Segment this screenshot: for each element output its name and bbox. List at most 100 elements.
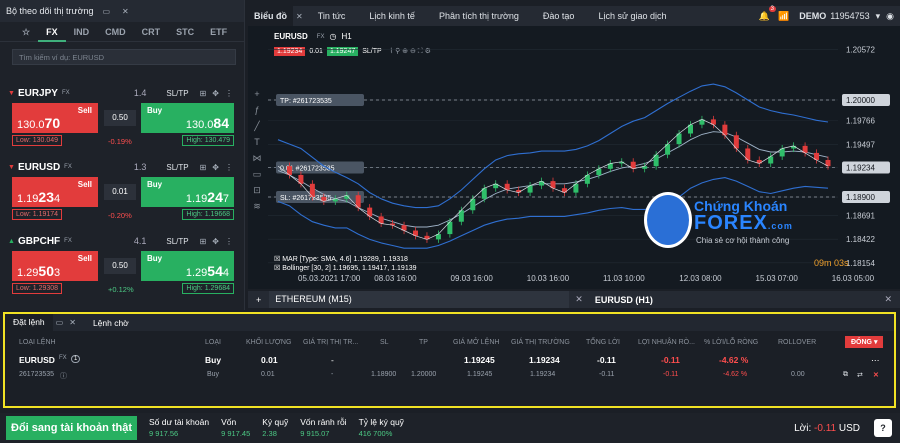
sell-button[interactable]: Sell 1.19234 (12, 177, 98, 207)
col-pct: % LỜI/LỖ RÒNG (704, 339, 759, 346)
chevron-down-icon[interactable]: ▾ (876, 11, 881, 22)
col-open-price: GIÁ MỞ LỆNH (453, 339, 500, 346)
bb-legend[interactable]: ☒ Bollinger [30, 2] 1.19695, 1.19417, 1.… (274, 264, 417, 273)
ma-legend[interactable]: ☒ MAR [Type: SMA, 4.6] 1.19289, 1.19318 (274, 255, 417, 264)
plus-icon[interactable]: ⊞ (200, 163, 207, 172)
chevron-down-icon[interactable]: ▼ (8, 90, 15, 97)
sell-button[interactable]: Sell 1.29503 (12, 251, 98, 281)
sell-label: Sell (77, 106, 92, 115)
low-price: Low: 1.29308 (12, 283, 63, 294)
sub-sl[interactable]: 1.18900 (371, 371, 396, 378)
quantity-field[interactable]: 0.50 (104, 258, 136, 274)
tab-pending-orders[interactable]: Lệnh chờ (79, 318, 143, 328)
tab-trade-history[interactable]: Lịch sử giao dịch (586, 11, 678, 21)
close-icon[interactable]: ✕ (296, 12, 303, 21)
watermark-line2: FOREX.com (694, 212, 793, 234)
buy-price: 1.19 (185, 193, 208, 205)
close-icon[interactable]: ✕ (569, 294, 589, 305)
col-side: LOẠI (205, 339, 221, 346)
col-gross: TỔNG LỜI (586, 339, 621, 346)
close-all-button[interactable]: ĐÓNG ▾ (845, 336, 884, 348)
close-icon[interactable]: ✕ (122, 7, 129, 16)
buy-button[interactable]: Buy 130.084 (141, 103, 234, 133)
tab-fx[interactable]: FX (38, 22, 66, 42)
stat-margin: Ký quỹ 2.38 (262, 417, 289, 438)
switch-real-account-button[interactable]: Đổi sang tài khoản thật (6, 416, 138, 440)
watermark-tagline: Chia sẻ cơ hội thành công (696, 236, 790, 245)
bell-icon[interactable]: 🔔 3 (759, 5, 777, 22)
plus-icon[interactable]: ⊞ (200, 89, 207, 98)
stat-equity: Vốn 9 917.45 (221, 417, 251, 438)
more-icon[interactable]: ⋯ (871, 355, 880, 366)
x-tick-label: 12.03 08:00 (679, 274, 722, 283)
indicator-legend: ☒ MAR [Type: SMA, 4.6] 1.19289, 1.19318 … (274, 255, 417, 273)
sell-price-big: 23 (38, 189, 54, 205)
tab-ethereum[interactable]: ETHEREUM (M15) (269, 291, 570, 308)
account-id[interactable]: 11954753 (830, 11, 869, 21)
high-price: High: 1.19668 (182, 209, 234, 220)
close-icon[interactable]: ✕ (884, 294, 900, 305)
copy-icon[interactable]: ⧉ (843, 371, 848, 379)
info-icon[interactable]: ⓘ (60, 371, 67, 381)
instrument-name[interactable]: EURJPY (18, 88, 58, 99)
chevron-down-icon[interactable]: ▼ (8, 164, 15, 171)
tab-etf[interactable]: ETF (202, 22, 235, 42)
user-icon[interactable]: ◉ (886, 11, 894, 22)
tab-cmd[interactable]: CMD (97, 22, 134, 42)
col-volume: KHỐI LƯỢNG (246, 339, 292, 346)
quantity-field[interactable]: 0.01 (104, 184, 136, 200)
tab-crt[interactable]: CRT (134, 22, 169, 42)
price-chart[interactable]: EURUSD FX ◷ H1 1.19234 0.01 1.19247 SL/T… (248, 26, 900, 289)
stat-margin-level: Tỷ lệ ký quỹ 416 700% (358, 417, 404, 438)
row-market-value: - (331, 355, 334, 365)
row-count: 1 (71, 355, 81, 363)
star-icon[interactable]: ☆ (14, 22, 38, 42)
move-icon[interactable]: ✥ (212, 237, 219, 246)
move-icon[interactable]: ✥ (212, 163, 219, 172)
tab-market-analysis[interactable]: Phân tích thị trường (427, 11, 531, 21)
quantity-field[interactable]: 0.50 (104, 110, 136, 126)
menu-icon[interactable]: ⋮ (225, 237, 233, 246)
watchlist-header: Bộ theo dõi thị trường ▭ ✕ (0, 0, 244, 22)
close-order-icon[interactable]: ✕ (873, 371, 879, 379)
sub-order-id[interactable]: 261723535 (19, 371, 54, 378)
sell-button[interactable]: Sell 130.070 (12, 103, 98, 133)
move-icon[interactable]: ✥ (212, 89, 219, 98)
buy-price-big: 24 (207, 189, 223, 205)
tab-ind[interactable]: IND (66, 22, 98, 42)
close-icon[interactable]: ✕ (69, 318, 76, 327)
y-tick-label: 1.18900 (846, 193, 875, 202)
menu-icon[interactable]: ⋮ (225, 163, 233, 172)
tab-education[interactable]: Đào tạo (531, 11, 587, 21)
tab-economic-calendar[interactable]: Lịch kinh tế (357, 11, 427, 21)
search-input[interactable]: Tìm kiếm ví dụ: EURUSD (12, 49, 236, 65)
tab-eurusd[interactable]: EURUSD (H1) (589, 295, 659, 305)
row-symbol[interactable]: EURUSD (19, 355, 55, 365)
col-net: LỢI NHUẬN RÒ... (638, 339, 695, 346)
add-chart-icon[interactable]: + (248, 295, 269, 305)
help-icon[interactable]: ? (874, 419, 892, 437)
plus-icon[interactable]: ⊞ (200, 237, 207, 246)
tab-news[interactable]: Tin tức (306, 11, 358, 21)
buy-button[interactable]: Buy 1.29544 (141, 251, 234, 281)
menu-icon[interactable]: ⋮ (225, 89, 233, 98)
tab-stc[interactable]: STC (168, 22, 202, 42)
account-type[interactable]: DEMO (799, 11, 826, 21)
reverse-icon[interactable]: ⇄ (857, 371, 863, 379)
x-tick-label: 05.03.2021 17:00 (298, 274, 361, 283)
buy-label: Buy (147, 180, 163, 189)
sub-tp[interactable]: 1.20000 (411, 371, 436, 378)
buy-button[interactable]: Buy 1.19247 (141, 177, 234, 207)
chevron-up-icon[interactable]: ▲ (8, 238, 15, 245)
sell-price-big: 70 (44, 115, 61, 131)
row-net: -0.11 (661, 355, 680, 365)
expand-icon[interactable]: ▭ (56, 318, 64, 327)
notification-badge: 3 (768, 5, 777, 12)
change-pct: -0.20% (108, 211, 132, 220)
instrument-name[interactable]: GBPCHF (18, 236, 60, 247)
tab-chart[interactable]: Biểu đồ (248, 6, 293, 26)
tab-open-orders[interactable]: Đặt lệnh (5, 314, 53, 331)
row-pct: -4.62 % (719, 355, 749, 365)
expand-icon[interactable]: ▭ (102, 7, 110, 16)
instrument-name[interactable]: EURUSD (18, 162, 60, 173)
